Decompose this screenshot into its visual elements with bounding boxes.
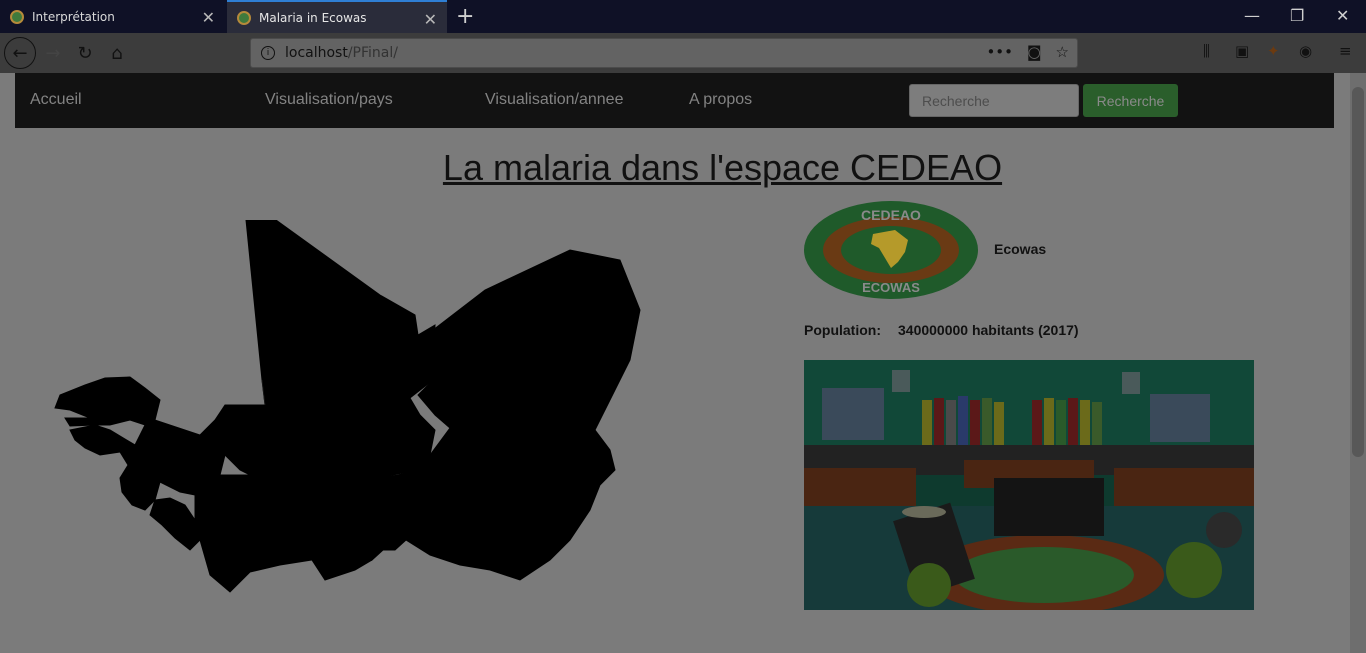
- tab-title: Interprétation: [32, 9, 115, 24]
- home-icon: ⌂: [111, 42, 123, 64]
- population-value: 340000000 habitants (2017): [898, 322, 1079, 338]
- favicon-icon: [237, 10, 251, 25]
- reload-button[interactable]: ↻: [70, 39, 100, 67]
- page-actions-icon[interactable]: •••: [986, 43, 1013, 61]
- browser-tab[interactable]: Interprétation ✕: [0, 0, 225, 33]
- arrow-right-icon: →: [45, 42, 61, 64]
- url-path: /PFinal/: [347, 45, 398, 61]
- summit-photo: [804, 360, 1254, 610]
- close-window-icon[interactable]: ✕: [1336, 6, 1349, 25]
- new-tab-icon[interactable]: +: [456, 4, 474, 29]
- close-tab-icon[interactable]: ✕: [202, 8, 215, 27]
- tab-title: Malaria in Ecowas: [259, 10, 367, 25]
- population-label: Population:: [804, 322, 881, 338]
- home-button[interactable]: ⌂: [102, 39, 132, 67]
- menu-icon[interactable]: ≡: [1339, 42, 1352, 60]
- scrollbar-thumb[interactable]: [1352, 87, 1364, 457]
- org-name: Ecowas: [994, 241, 1047, 257]
- minimize-icon[interactable]: —: [1244, 6, 1260, 25]
- arrow-left-icon: ←: [12, 42, 28, 64]
- bookmark-star-icon[interactable]: ☆: [1056, 43, 1069, 61]
- logo-text-bottom: ECOWAS: [862, 280, 920, 295]
- nav-visualisation-pays[interactable]: Visualisation/pays: [265, 91, 393, 109]
- reload-icon: ↻: [77, 42, 93, 64]
- scrollbar[interactable]: [1350, 73, 1366, 653]
- map-country-niger[interactable]: [417, 249, 641, 443]
- nav-accueil[interactable]: Accueil: [30, 91, 82, 109]
- search-input[interactable]: [909, 84, 1079, 117]
- nav-visualisation-annee[interactable]: Visualisation/annee: [485, 91, 623, 109]
- map-country-liberia[interactable]: [149, 497, 201, 551]
- pocket-icon[interactable]: ◙: [1027, 43, 1042, 61]
- url-bar[interactable]: i localhost/PFinal/ ••• ◙ ☆: [250, 38, 1078, 68]
- browser-tab-bar: Interprétation ✕ Malaria in Ecowas ✕ + —…: [0, 0, 1366, 33]
- nav-a-propos[interactable]: A propos: [689, 91, 752, 109]
- logo-text-top: CEDEAO: [861, 207, 921, 223]
- sidebar-icon[interactable]: ▣: [1235, 42, 1249, 60]
- west-africa-map: [54, 220, 641, 593]
- close-tab-icon[interactable]: ✕: [424, 10, 437, 29]
- browser-tab-active[interactable]: Malaria in Ecowas ✕: [227, 0, 447, 33]
- restore-icon[interactable]: ❐: [1290, 6, 1304, 25]
- info-icon[interactable]: i: [261, 46, 275, 60]
- extension-icon[interactable]: ✦: [1267, 42, 1280, 60]
- page-content: Accueil Visualisation/pays Visualisation…: [0, 73, 1350, 653]
- site-navbar: Accueil Visualisation/pays Visualisation…: [15, 73, 1334, 128]
- search-button[interactable]: Recherche: [1083, 84, 1178, 117]
- map-country-nigeria[interactable]: [405, 427, 616, 581]
- url-host: localhost: [285, 45, 348, 61]
- ecowas-logo: CEDEAO ECOWAS: [804, 201, 978, 299]
- account-icon[interactable]: ◉: [1299, 42, 1312, 60]
- favicon-icon: [10, 9, 24, 24]
- back-button[interactable]: ←: [4, 37, 36, 69]
- map-country-ghana[interactable]: [307, 477, 373, 581]
- forward-button[interactable]: →: [38, 39, 68, 67]
- page-title: La malaria dans l'espace CEDEAO: [442, 147, 1003, 188]
- browser-toolbar: ← → ↻ ⌂ i localhost/PFinal/ ••• ◙ ☆ ⫼ ▣ …: [0, 33, 1366, 73]
- library-icon[interactable]: ⫼: [1203, 42, 1210, 60]
